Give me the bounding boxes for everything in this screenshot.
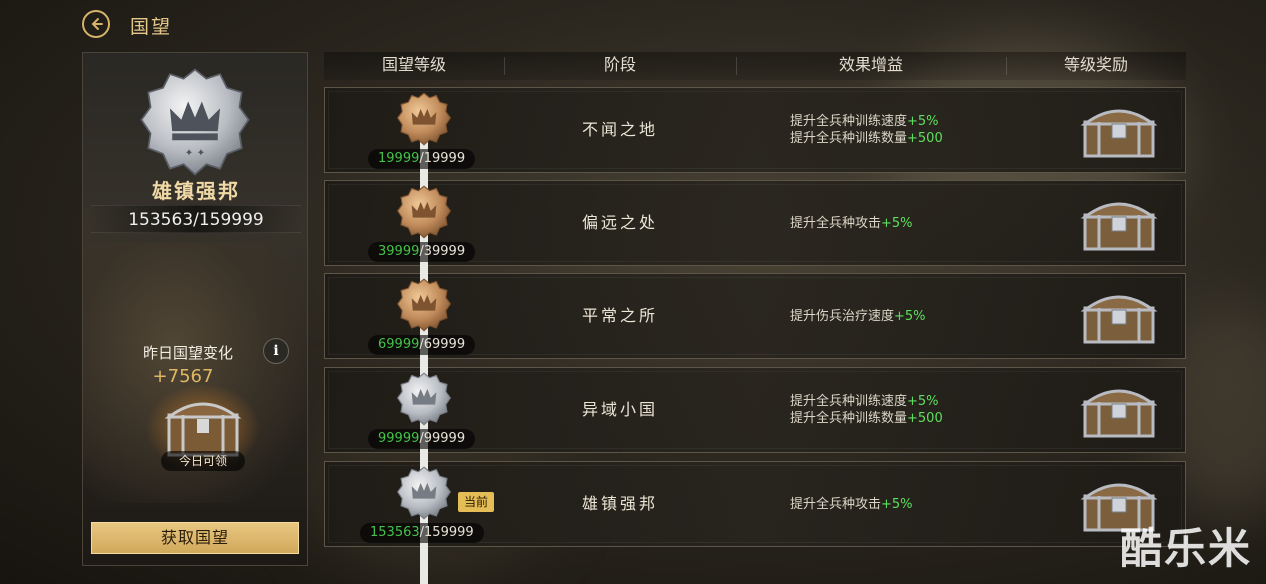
- effect-text: 提升伤兵治疗速度: [790, 308, 895, 324]
- level-medal: [396, 184, 452, 240]
- header-level: 国望等级: [381, 55, 446, 74]
- silver-medal-icon: [396, 372, 452, 426]
- score-max: /159999: [419, 525, 474, 540]
- effect-line: 提升全兵种训练速度+5%: [790, 113, 1020, 130]
- effect-line: 提升全兵种训练数量+500: [790, 130, 1020, 147]
- score-max: /19999: [419, 151, 466, 166]
- silver-medal-icon: [396, 466, 452, 520]
- effect-list: 提升全兵种攻击+5%: [790, 181, 1020, 265]
- effect-line: 提升全兵种训练速度+5%: [790, 393, 1020, 410]
- rank-name: 雄镇强邦: [152, 179, 240, 203]
- effect-text: 提升全兵种训练数量: [790, 131, 908, 146]
- level-medal: [396, 465, 452, 521]
- effect-text: 提升全兵种训练速度: [790, 114, 908, 129]
- level-track: 19999/19999 39999/39999 69999/69999 9999…: [324, 80, 524, 584]
- effect-text: 提升全兵种训练速度: [790, 394, 908, 409]
- effect-line: 提升全兵种攻击+5%: [790, 215, 1020, 232]
- header-reward: 等级奖励: [1063, 55, 1128, 74]
- reward-chest-icon[interactable]: [1079, 195, 1159, 253]
- header-effect: 效果增益: [838, 55, 903, 74]
- effect-text: 提升全兵种训练数量: [790, 411, 908, 426]
- rank-progress: 153563/159999: [91, 205, 301, 233]
- level-medal: [396, 371, 452, 427]
- reward-chest-icon[interactable]: [1079, 382, 1159, 440]
- score-current: 69999: [378, 337, 420, 352]
- stage-name: 偏远之处: [581, 213, 658, 232]
- level-medal: [396, 277, 452, 333]
- effect-line: 提升全兵种训练数量+500: [790, 410, 1020, 427]
- get-prestige-button[interactable]: 获取国望: [91, 522, 299, 554]
- watermark: 酷乐米: [1119, 524, 1252, 573]
- score-current: 19999: [378, 151, 420, 166]
- level-score: 153563/159999: [360, 523, 484, 543]
- page-title: 国望: [130, 16, 173, 38]
- effect-bonus: +5%: [881, 496, 913, 512]
- score-current: 153563: [370, 525, 420, 540]
- reward-chest-icon[interactable]: [1079, 288, 1159, 346]
- score-max: /69999: [419, 337, 466, 352]
- effect-bonus: +5%: [881, 215, 913, 231]
- stage-name: 雄镇强邦: [581, 494, 658, 513]
- yesterday-change-label: 昨日国望变化: [143, 344, 234, 362]
- effect-bonus: +5%: [907, 394, 939, 409]
- back-button[interactable]: [82, 10, 110, 38]
- reward-chest-icon[interactable]: [1079, 102, 1159, 160]
- current-rank-medal-icon: ✦ ✦: [140, 68, 250, 176]
- stage-name: 平常之所: [581, 306, 658, 325]
- effect-list: 提升全兵种训练速度+5% 提升全兵种训练数量+500: [790, 368, 1020, 452]
- bronze-medal-icon: [396, 278, 452, 332]
- level-score: 19999/19999: [368, 149, 476, 169]
- effect-line: 提升全兵种攻击+5%: [790, 496, 1020, 513]
- level-medal: [396, 91, 452, 147]
- bronze-medal-icon: [396, 185, 452, 239]
- effect-text: 提升全兵种攻击: [790, 496, 882, 512]
- header: 国望: [0, 0, 1266, 50]
- stage-name: 异域小国: [581, 400, 658, 419]
- current-tag: 当前: [458, 492, 495, 512]
- effect-list: 提升全兵种攻击+5%: [790, 462, 1020, 546]
- header-stage: 阶段: [603, 55, 636, 74]
- level-score: 69999/69999: [368, 335, 476, 355]
- score-current: 39999: [378, 244, 420, 259]
- left-panel: ✦ ✦ 雄镇强邦 153563/159999 昨日国望变化 i +7567 今日…: [82, 52, 308, 566]
- effect-list: 提升伤兵治疗速度+5%: [790, 274, 1020, 358]
- effect-text: 提升全兵种攻击: [790, 215, 882, 231]
- svg-text:✦ ✦: ✦ ✦: [185, 147, 206, 159]
- daily-claim-label: 今日可领: [161, 451, 245, 471]
- info-button[interactable]: i: [263, 338, 289, 364]
- stage-name: 不闻之地: [581, 120, 658, 139]
- level-score: 39999/39999: [368, 242, 476, 262]
- score-max: /39999: [419, 244, 466, 259]
- effect-bonus: +5%: [894, 308, 926, 324]
- bronze-medal-icon: [396, 92, 452, 146]
- back-arrow-icon: [91, 18, 103, 30]
- effect-bonus: +500: [907, 131, 943, 146]
- score-current: 99999: [378, 431, 420, 446]
- effect-list: 提升全兵种训练速度+5% 提升全兵种训练数量+500: [790, 88, 1020, 172]
- effect-line: 提升伤兵治疗速度+5%: [790, 308, 1020, 325]
- level-score: 99999/99999: [368, 429, 476, 449]
- yesterday-change-value: +7567: [152, 366, 214, 387]
- effect-bonus: +5%: [907, 114, 939, 129]
- effect-bonus: +500: [907, 411, 943, 426]
- table-header: 国望等级 阶段 效果增益 等级奖励: [324, 52, 1186, 80]
- daily-chest-icon[interactable]: [163, 393, 243, 459]
- score-max: /99999: [419, 431, 466, 446]
